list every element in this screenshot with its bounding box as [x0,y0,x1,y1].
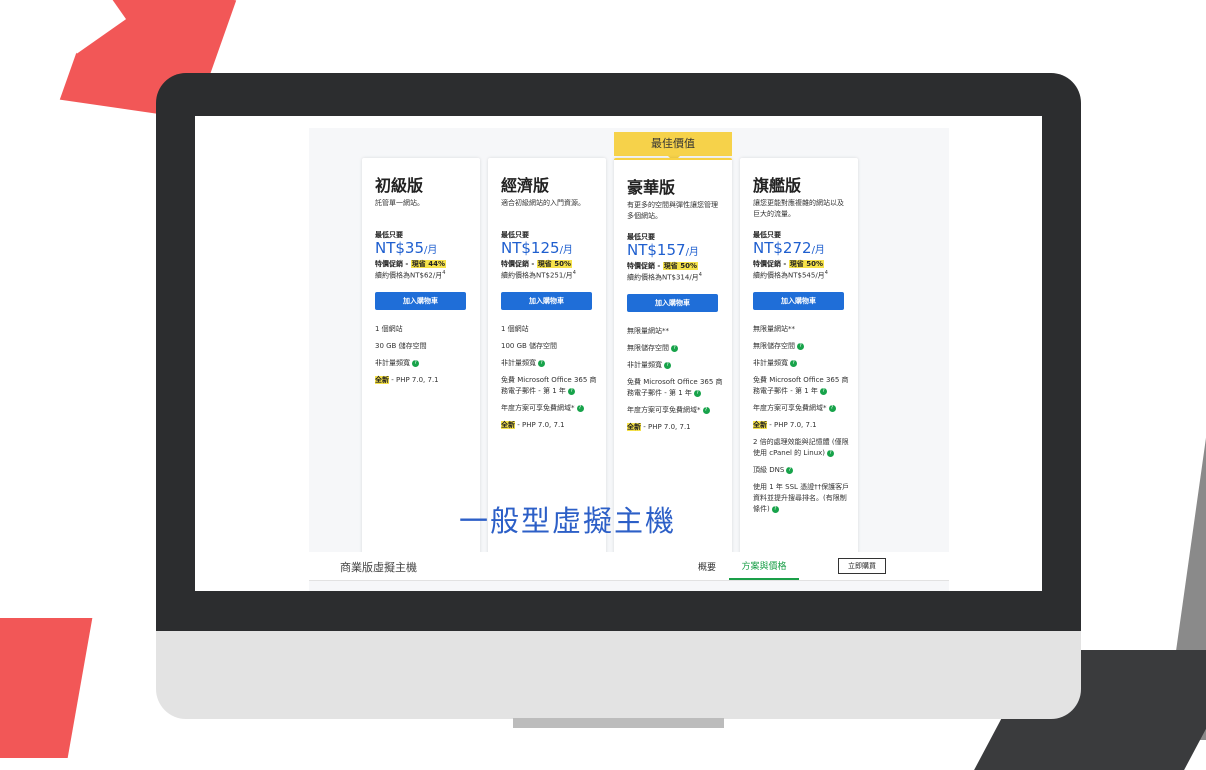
plan-description: 讓您更能對應複雜的網站以及巨大的流量。 [753,199,844,218]
tab-plans-pricing[interactable]: 方案與價格 [729,559,799,580]
feature-item: 1 個網站 [375,325,403,333]
feature-list: 1 個網站 30 GB 儲存空間 非計量頻寬? 全新 - PHP 7.0, 7.… [375,324,473,392]
monitor-screen: 最佳價值 初級版 託管單一網站。 最低只要 NT$35/月 特價促銷 - 現省 … [195,116,1042,591]
feature-list: 1 個網站 100 GB 儲存空間 非計量頻寬? 免費 Microsoft Of… [501,324,599,437]
feature-item: 非計量頻寬? [501,358,599,369]
decorative-red-shape-bottom [0,618,93,758]
promo-text: 特價促銷 - 現省 50% [627,262,698,270]
feature-item: 免費 Microsoft Office 365 商務電子郵件 - 第 1 年? [627,378,723,397]
feature-item: 1 個網站 [501,325,529,333]
feature-item: 無限儲存空間? [627,343,725,354]
feature-item: 無限量網站** [627,327,669,335]
feature-item: 非計量頻寬? [375,358,473,369]
add-to-cart-button[interactable]: 加入購物車 [501,292,592,310]
plan-description: 託管單一網站。 [375,199,424,207]
plan-price: NT$272/月 [753,239,825,257]
feature-item: 年度方案可享免費網域*? [501,403,599,414]
feature-item: 免費 Microsoft Office 365 商務電子郵件 - 第 1 年? [753,376,849,395]
feature-item: 100 GB 儲存空間 [501,342,558,350]
new-badge: 全新 [501,421,515,429]
promo-text: 特價促銷 - 現省 44% [375,260,446,268]
feature-item: 使用 1 年 SSL 憑證††保護客戶資料並提升搜尋排名。(有限制條件)? [753,483,850,513]
help-icon[interactable]: ? [827,449,834,457]
pricing-section: 最佳價值 初級版 託管單一網站。 最低只要 NT$35/月 特價促銷 - 現省 … [309,128,949,591]
help-icon[interactable]: ? [771,505,779,513]
monitor-stand [513,718,724,728]
renewal-price: 續約價格為NT$545/月4 [753,270,828,280]
feature-item: 全新 - PHP 7.0, 7.1 [501,421,565,429]
plan-price: NT$35/月 [375,239,438,257]
feature-item: 全新 - PHP 7.0, 7.1 [375,376,439,384]
help-icon[interactable]: ? [702,406,710,414]
help-icon[interactable]: ? [819,387,827,395]
feature-item: 非計量頻寬? [753,358,851,369]
feature-item: 2 倍的處理效能與記憶體 (僅限使用 cPanel 的 Linux)? [753,438,849,457]
plan-name: 經濟版 [501,176,550,195]
plan-description: 適合初級網站的入門資源。 [501,199,585,207]
feature-item: 30 GB 儲存空間 [375,342,427,350]
new-badge: 全新 [627,423,641,431]
new-badge: 全新 [375,376,389,384]
renewal-price: 續約價格為NT$314/月4 [627,272,702,282]
feature-list: 無限量網站** 無限儲存空間? 非計量頻寬? 免費 Microsoft Offi… [753,324,851,521]
help-icon[interactable]: ? [412,359,419,367]
renewal-price: 續約價格為NT$62/月4 [375,270,446,280]
feature-item: 年度方案可享免費網域*? [627,405,725,416]
add-to-cart-button[interactable]: 加入購物車 [375,292,466,310]
feature-item: 無限量網站** [753,325,795,333]
promo-text: 特價促銷 - 現省 50% [501,260,572,268]
add-to-cart-button[interactable]: 加入購物車 [753,292,844,310]
feature-item: 年度方案可享免費網域*? [753,403,851,414]
help-icon[interactable]: ? [797,342,804,350]
feature-item: 無限儲存空間? [753,341,851,352]
help-icon[interactable]: ? [538,359,545,367]
buy-now-button[interactable]: 立即購買 [838,558,886,574]
feature-item: 非計量頻寬? [627,360,725,371]
help-icon[interactable]: ? [576,404,584,412]
help-icon[interactable]: ? [671,344,678,352]
plan-name: 初級版 [375,176,424,195]
tab-overview[interactable]: 概要 [698,560,716,573]
plan-name: 旗艦版 [753,176,802,195]
plan-card-ultimate: 旗艦版 讓您更能對應複雜的網站以及巨大的流量。 最低只要 NT$272/月 特價… [740,158,858,558]
help-icon[interactable]: ? [828,404,836,412]
plan-description: 有更多的空間與彈性讓您管理多個網站。 [627,201,718,220]
promo-text: 特價促銷 - 現省 50% [753,260,824,268]
feature-item: 頂級 DNS? [753,465,851,476]
help-icon[interactable]: ? [664,361,671,369]
renewal-price: 續約價格為NT$251/月4 [501,270,576,280]
feature-item: 全新 - PHP 7.0, 7.1 [753,421,817,429]
add-to-cart-button[interactable]: 加入購物車 [627,294,718,312]
help-icon[interactable]: ? [693,389,701,397]
feature-item: 全新 - PHP 7.0, 7.1 [627,423,691,431]
plan-price: NT$157/月 [627,241,699,259]
best-value-badge: 最佳價值 [614,132,732,162]
plan-price: NT$125/月 [501,239,573,257]
product-subnav: 商業版虛擬主機 概要 方案與價格 立即購買 [309,552,949,581]
feature-item: 免費 Microsoft Office 365 商務電子郵件 - 第 1 年? [501,376,597,395]
feature-list: 無限量網站** 無限儲存空間? 非計量頻寬? 免費 Microsoft Offi… [627,326,725,439]
monitor-chin [156,631,1081,719]
subnav-title: 商業版虛擬主機 [340,561,417,574]
overlay-handwritten-title: 一般型虛擬主機 [459,504,677,538]
plan-name: 豪華版 [627,178,676,197]
new-badge: 全新 [753,421,767,429]
help-icon[interactable]: ? [567,387,575,395]
help-icon[interactable]: ? [790,359,797,367]
help-icon[interactable]: ? [786,466,794,474]
